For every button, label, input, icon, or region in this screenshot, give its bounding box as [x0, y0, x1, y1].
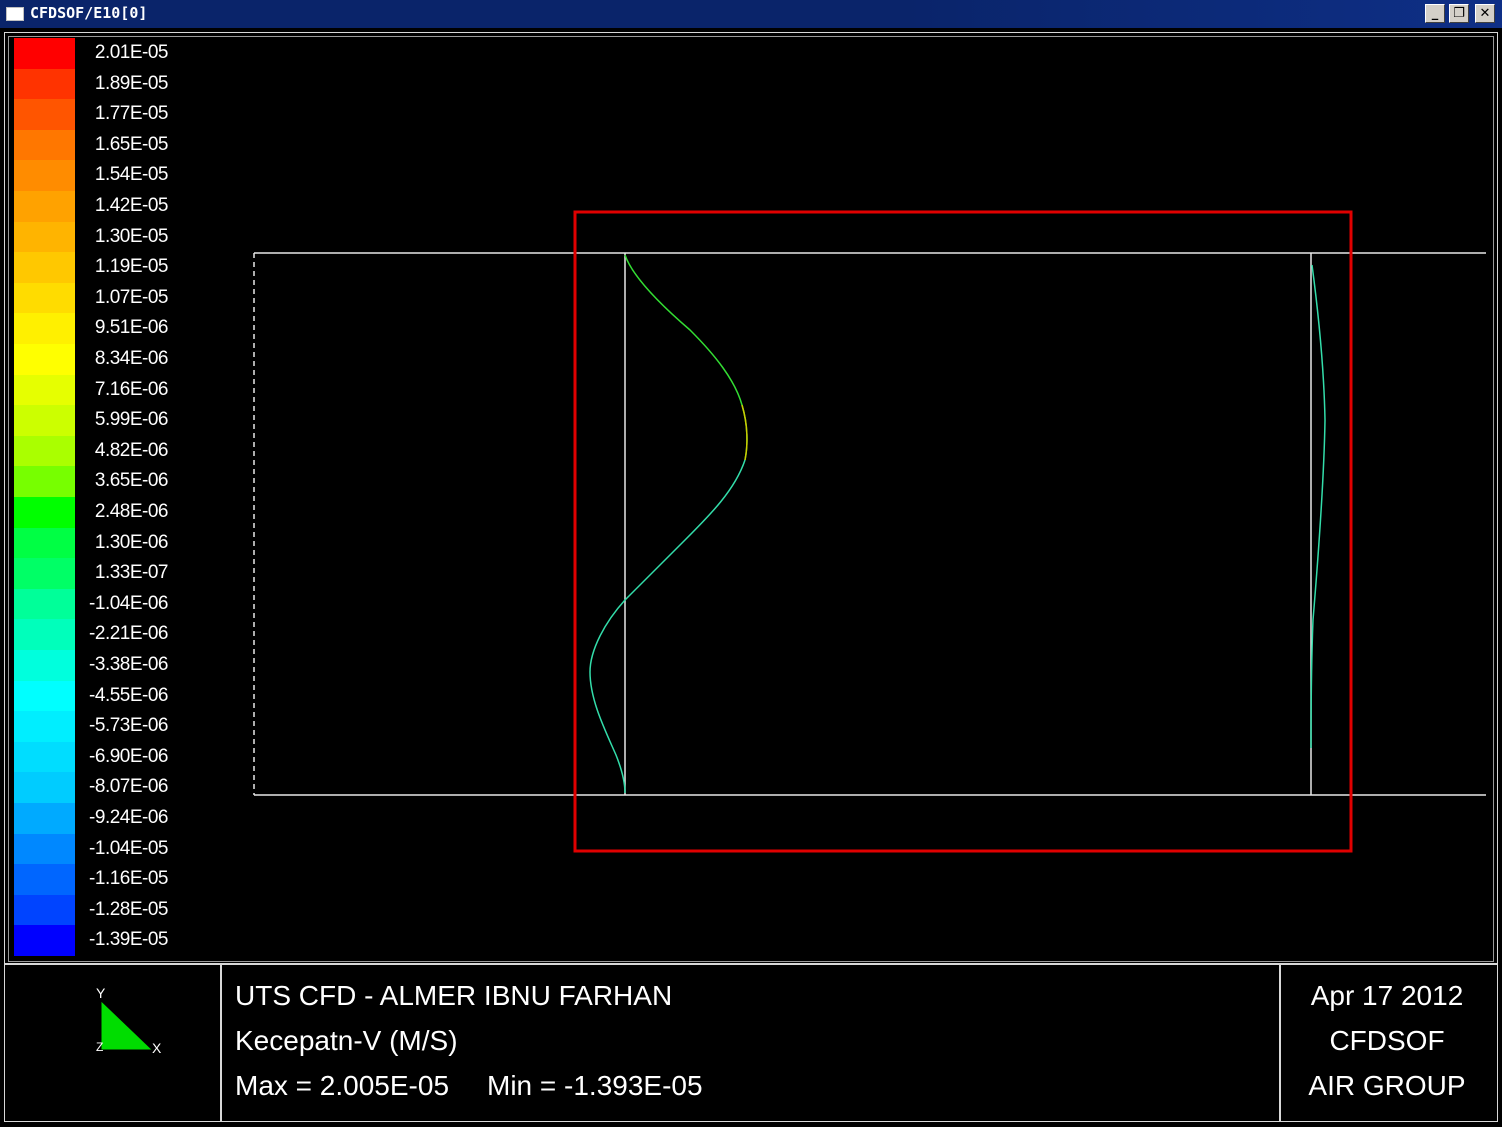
max-value: Max = 2.005E-05: [235, 1070, 450, 1101]
min-value: Min = -1.393E-05: [487, 1070, 703, 1101]
cfdsof-window: CFDSOF/E10[0] _ ❐ ✕ 2.01E-05 1.89E-05 1.77…: [0, 0, 1502, 1127]
plot-viewport[interactable]: [0, 0, 1502, 1127]
profile-1-lower-curve: [589, 459, 746, 794]
profile-1-upper-curve: [624, 254, 748, 461]
info-panel-separator-right: [1279, 965, 1281, 1122]
info-panel-separator-left: [220, 965, 222, 1122]
axis-triangle: [101, 1001, 152, 1050]
run-date: Apr 17 2012: [1310, 980, 1464, 1011]
profile-2-curve: [1310, 264, 1326, 749]
run-title: UTS CFD - ALMER IBNU FARHAN: [235, 980, 673, 1011]
highlight-box: [573, 210, 1353, 853]
y-axis-label: Y: [96, 985, 106, 1001]
quantity-label: Kecepatn-V (M/S): [235, 1025, 458, 1056]
axis-triad-icon: Y X Z: [80, 985, 180, 1065]
info-panel-divider: [4, 963, 1498, 965]
x-axis-label: X: [152, 1040, 162, 1056]
software-name: CFDSOF: [1329, 1025, 1445, 1056]
profile-1-peak-curve: [741, 404, 748, 461]
z-axis-label: Z: [96, 1040, 104, 1054]
group-name: AIR GROUP: [1308, 1070, 1466, 1101]
